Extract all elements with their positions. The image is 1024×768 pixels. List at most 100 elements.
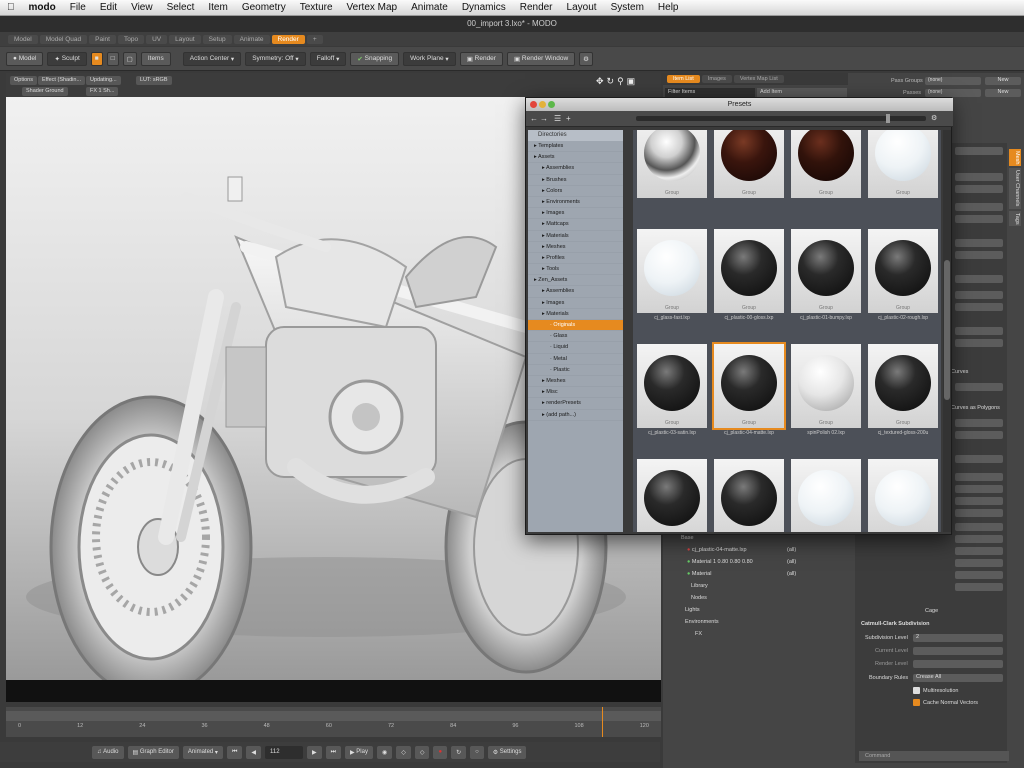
go-end-icon[interactable]: ⏭ xyxy=(325,745,342,759)
forward-icon[interactable]: → xyxy=(540,114,548,123)
property-field-25[interactable] xyxy=(955,583,1003,591)
list-view-icon[interactable]: ☰ xyxy=(554,114,561,123)
directory-item[interactable]: ▸ Colors xyxy=(528,186,623,197)
property-field-4[interactable] xyxy=(955,215,1003,223)
directory-item[interactable]: ▸ (add path...) xyxy=(528,410,623,421)
directory-item[interactable]: ▸ Profiles xyxy=(528,253,623,265)
property-field-19[interactable] xyxy=(955,509,1003,517)
property-field-2[interactable] xyxy=(955,185,1003,193)
timeline[interactable]: 0 12 24 36 48 60 72 84 96 108 120 xyxy=(6,707,661,737)
menu-item-select[interactable]: Select xyxy=(167,2,195,13)
preset-thumbnail[interactable]: Group xyxy=(714,130,784,221)
preset-preview[interactable]: Group xyxy=(714,229,784,313)
property-field-3[interactable] xyxy=(955,203,1003,211)
property-field-7[interactable] xyxy=(955,275,1003,283)
menu-item-geometry[interactable]: Geometry xyxy=(242,2,286,13)
directory-item[interactable]: · Plastic xyxy=(528,365,623,376)
tab-vertex-map-list[interactable]: Vertex Map List xyxy=(733,75,784,83)
thumbnail-size-slider[interactable] xyxy=(636,114,926,123)
tab-paint[interactable]: Paint xyxy=(89,34,116,44)
loop-icon[interactable]: ↻ xyxy=(451,745,467,759)
preset-preview[interactable]: Group xyxy=(714,130,784,198)
directory-item[interactable]: · Liquid xyxy=(528,342,623,354)
polygon-select-icon[interactable]: ▢ xyxy=(122,51,137,66)
directory-item[interactable]: ▸ Materials xyxy=(528,231,623,242)
add-item-dropdown[interactable]: Add Item xyxy=(757,88,847,97)
snapping-button[interactable]: ✔ Snapping xyxy=(350,51,400,66)
slider-handle[interactable] xyxy=(886,114,890,123)
shader-item-fx[interactable]: FX xyxy=(695,631,702,637)
property-field-21[interactable] xyxy=(955,535,1003,543)
fx-dropdown[interactable]: FX 1 Sh... xyxy=(86,87,119,96)
property-field-12[interactable] xyxy=(955,383,1003,391)
directory-item[interactable]: · Originals xyxy=(528,320,623,332)
add-tab-icon[interactable]: + xyxy=(306,34,323,44)
property-field-11[interactable] xyxy=(955,339,1003,347)
filter-items-field[interactable]: Filter Items xyxy=(665,88,755,97)
settings-button[interactable]: ⚙ Settings xyxy=(487,745,527,759)
items-select-button[interactable]: Items xyxy=(140,51,171,66)
tab-layout[interactable]: Layout xyxy=(169,34,201,44)
property-field-20[interactable] xyxy=(955,523,1003,531)
step-back-icon[interactable]: ◀ xyxy=(246,745,261,759)
step-forward-icon[interactable]: ▶ xyxy=(306,745,322,759)
work-plane-dropdown[interactable]: Work Plane ▾ xyxy=(403,51,456,66)
directory-item[interactable]: · Metal xyxy=(528,354,623,365)
tab-item-list[interactable]: Item List xyxy=(667,75,700,83)
preset-preview[interactable]: Group xyxy=(868,229,938,313)
shader-item-plastic[interactable]: ● cj_plastic-04-matte.lxp (all) xyxy=(687,547,796,553)
minimize-icon[interactable] xyxy=(539,101,546,108)
menu-item-render[interactable]: Render xyxy=(520,2,553,13)
directory-item[interactable]: ▸ Images xyxy=(528,298,623,309)
cache-normal-checkbox[interactable] xyxy=(913,699,920,706)
menu-item-vertex-map[interactable]: Vertex Map xyxy=(347,2,398,13)
directory-item[interactable]: ▸ Images xyxy=(528,208,623,220)
property-field-8[interactable] xyxy=(955,291,1003,299)
scrollbar-thumb[interactable] xyxy=(944,260,950,400)
directory-item[interactable]: ▸ Assemblies xyxy=(528,163,623,175)
timeline-playhead[interactable] xyxy=(602,707,603,737)
preset-thumbnail[interactable]: Group cj_plastic-01-bumpy.lxp xyxy=(791,229,861,336)
directory-item[interactable]: ▸ Assemblies xyxy=(528,286,623,298)
key-next-icon[interactable]: ◇ xyxy=(414,745,430,759)
menu-item-system[interactable]: System xyxy=(611,2,644,13)
preset-thumbnail[interactable]: Group cj_plastic-00-gloss.lxp xyxy=(714,229,784,336)
shader-item-material[interactable]: ● Material (all) xyxy=(687,571,796,577)
audio-button[interactable]: ♫ Audio xyxy=(92,745,124,759)
property-field-9[interactable] xyxy=(955,303,1003,311)
preset-thumbnail[interactable]: cj_water-volume.lxp xyxy=(791,459,861,532)
tab-uv[interactable]: UV xyxy=(146,34,168,44)
side-tab-mesh[interactable]: Mesh xyxy=(1009,149,1021,167)
shader-ground-dropdown[interactable]: Shader Ground xyxy=(22,87,68,96)
tab-model-quad[interactable]: Model Quad xyxy=(39,34,88,44)
preset-preview[interactable]: Group xyxy=(791,130,861,198)
preset-thumbnail[interactable]: Group cj_textured-gloss-200u xyxy=(868,344,938,451)
property-field-5[interactable] xyxy=(955,239,1003,247)
close-icon[interactable] xyxy=(530,101,537,108)
passes-dropdown[interactable]: (none) xyxy=(925,89,981,97)
zoom-icon[interactable] xyxy=(548,101,555,108)
directory-item[interactable]: ▸ Zen_Assets xyxy=(528,275,623,287)
preset-thumbnail[interactable]: cj_textured-gloss-700u xyxy=(714,459,784,532)
property-field-16[interactable] xyxy=(955,473,1003,481)
key-prev-icon[interactable]: ◇ xyxy=(396,745,411,759)
preset-preview[interactable]: Group xyxy=(637,229,707,313)
viewport-effect-dropdown[interactable]: Effect (Shadin... xyxy=(38,76,86,85)
record-icon[interactable]: ● xyxy=(433,745,448,759)
render-button[interactable]: ▣ Render xyxy=(459,51,503,66)
preset-preview[interactable]: Group xyxy=(868,344,938,428)
animated-dropdown[interactable]: Animated ▾ xyxy=(182,745,223,759)
directory-item[interactable]: ▸ Templates xyxy=(528,141,623,153)
property-field-15[interactable] xyxy=(955,455,1003,463)
back-icon[interactable]: ← xyxy=(530,114,538,123)
add-icon[interactable]: + xyxy=(566,114,571,123)
shader-item-lights[interactable]: Lights xyxy=(685,607,700,613)
key-icon[interactable]: ◉ xyxy=(376,745,393,759)
side-tab-user-channels[interactable]: User Channels xyxy=(1009,168,1021,209)
directory-item[interactable]: ▸ renderPresets xyxy=(528,398,623,410)
tab-topo[interactable]: Topo xyxy=(117,34,145,44)
menu-item-help[interactable]: Help xyxy=(658,2,679,13)
shader-item-library[interactable]: Library xyxy=(691,583,708,589)
directory-item[interactable]: ▸ Assets xyxy=(528,152,623,164)
apple-icon[interactable]:  xyxy=(7,2,15,13)
